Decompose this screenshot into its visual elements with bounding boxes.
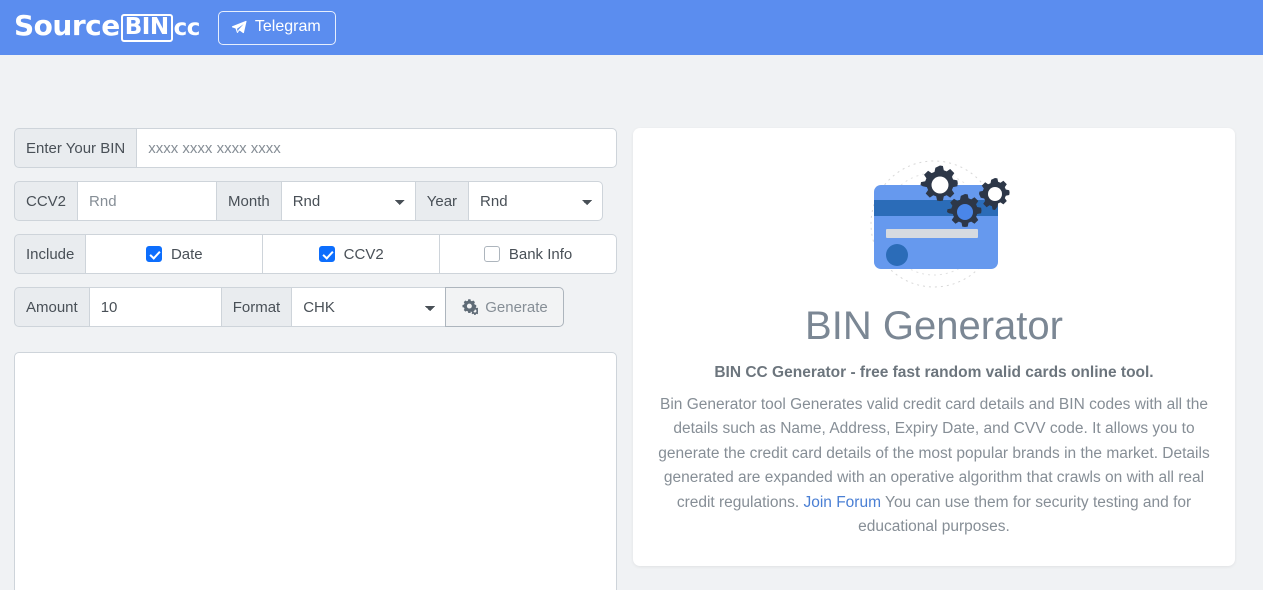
month-label: Month: [216, 181, 282, 221]
bin-label: Enter Your BIN: [14, 128, 138, 168]
paper-plane-icon: [231, 19, 248, 36]
logo-text-source: Source: [14, 9, 120, 42]
info-subtitle: BIN CC Generator - free fast random vali…: [714, 364, 1154, 381]
ccv2-input[interactable]: [77, 181, 218, 221]
amount-format-row: Amount Format CHK Generate: [14, 287, 617, 327]
cogs-icon: [461, 299, 479, 315]
year-select[interactable]: Rnd: [468, 181, 604, 221]
credit-card-with-gears-illustration: [657, 152, 1211, 302]
site-logo[interactable]: Source BIN cc: [14, 12, 200, 43]
telegram-button-label: Telegram: [254, 18, 321, 35]
format-label: Format: [220, 287, 293, 327]
info-card: BIN Generator BIN CC Generator - free fa…: [633, 128, 1235, 566]
amount-input[interactable]: [88, 287, 222, 327]
month-select[interactable]: Rnd: [280, 181, 416, 221]
checkbox-date-box[interactable]: [145, 246, 162, 262]
telegram-button[interactable]: Telegram: [217, 10, 336, 45]
join-forum-link[interactable]: Join Forum: [803, 494, 881, 511]
year-label: Year: [414, 181, 470, 221]
checkbox-ccv2-box[interactable]: [318, 246, 335, 262]
include-checkbox-ccv2[interactable]: CCV2: [262, 234, 441, 274]
bin-input[interactable]: [136, 128, 617, 168]
checkbox-date-label: Date: [170, 245, 203, 263]
checkbox-bank-info-box[interactable]: [483, 246, 500, 262]
page-title: BIN Generator: [805, 304, 1063, 348]
format-select[interactable]: CHK: [291, 287, 447, 327]
generator-form-column: Enter Your BIN CCV2 Month Rnd Year Rnd I…: [14, 128, 617, 590]
generate-button[interactable]: Generate: [445, 287, 564, 327]
include-row: Include Date CCV2 Bank Info: [14, 234, 617, 274]
include-checkbox-date[interactable]: Date: [85, 234, 264, 274]
include-label: Include: [14, 234, 87, 274]
checkbox-ccv2-label: CCV2: [343, 245, 384, 263]
logo-text-bin: BIN: [120, 14, 173, 42]
ccv2-month-year-row: CCV2 Month Rnd Year Rnd: [14, 181, 617, 221]
logo-text-cc: cc: [173, 15, 201, 41]
info-description: Bin Generator tool Generates valid credi…: [657, 393, 1211, 540]
page-content: Enter Your BIN CCV2 Month Rnd Year Rnd I…: [0, 128, 1263, 590]
bin-input-row: Enter Your BIN: [14, 128, 617, 168]
generate-button-label: Generate: [485, 298, 548, 316]
include-checkbox-bank-info[interactable]: Bank Info: [439, 234, 617, 274]
generated-output-textarea[interactable]: [14, 352, 617, 590]
checkbox-bank-info-label: Bank Info: [508, 245, 573, 263]
ccv2-label: CCV2: [14, 181, 79, 221]
top-navbar: Source BIN cc Telegram: [0, 0, 1263, 55]
info-column: BIN Generator BIN CC Generator - free fa…: [633, 128, 1235, 566]
amount-label: Amount: [14, 287, 90, 327]
info-description-part2: You can use them for security testing an…: [858, 493, 1192, 536]
